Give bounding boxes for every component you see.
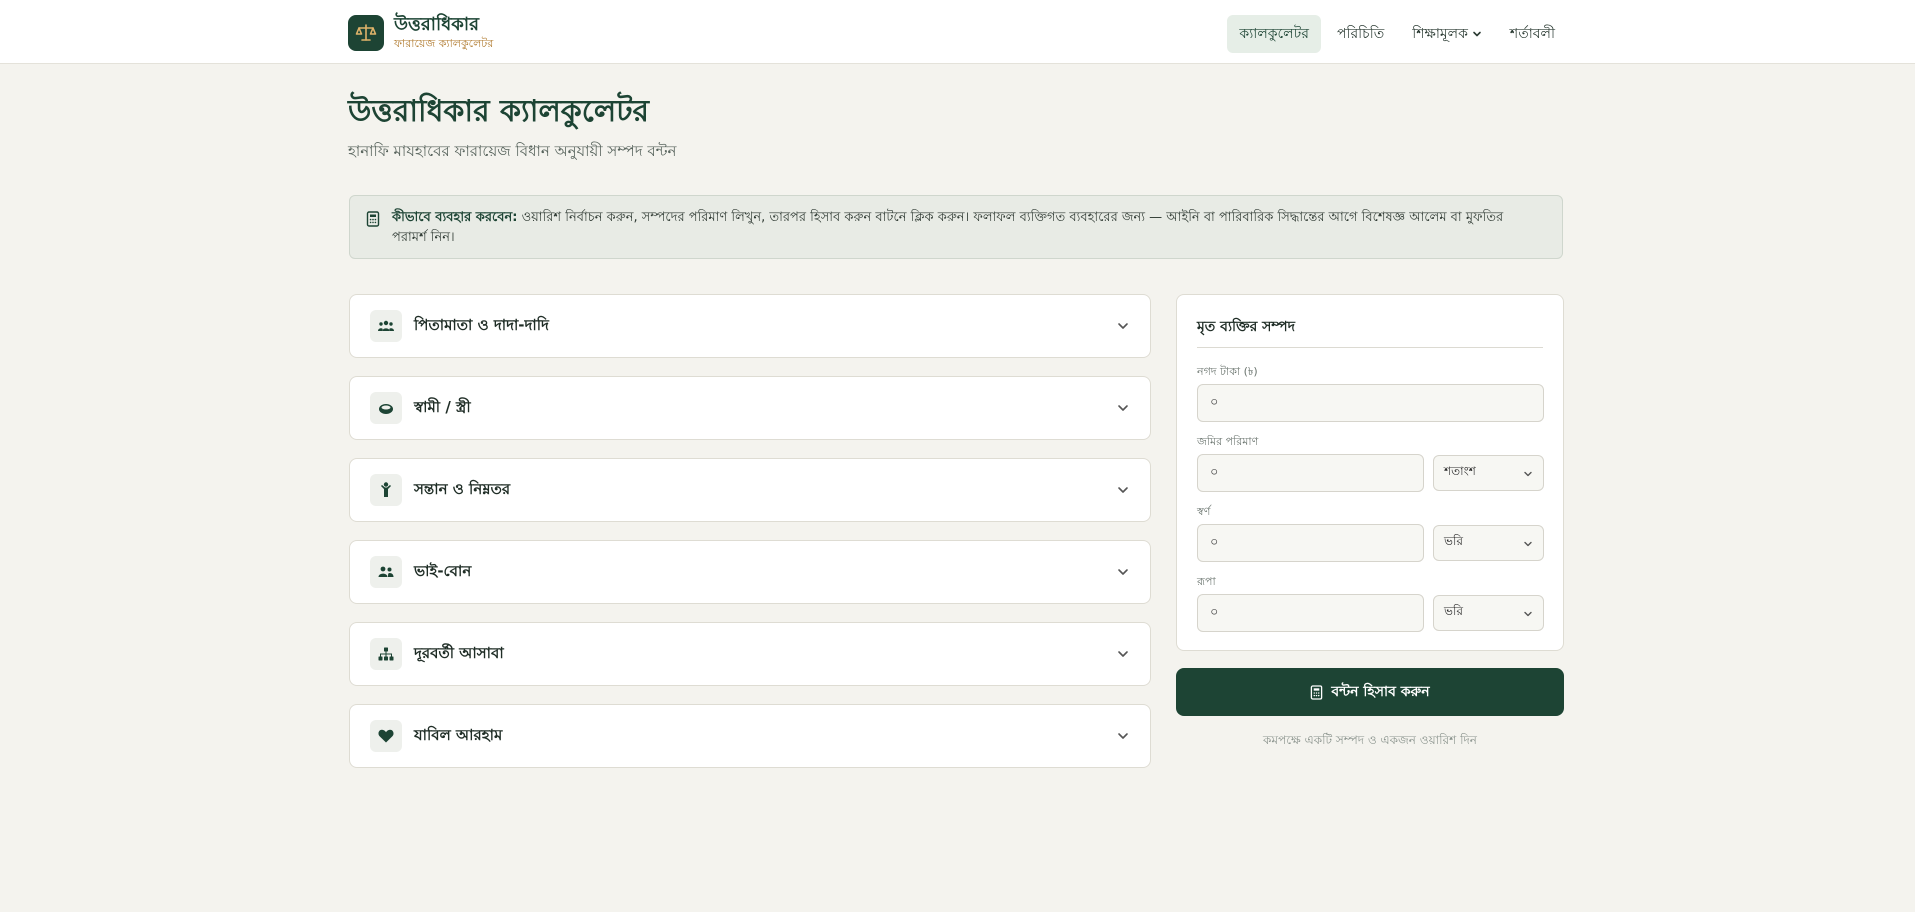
nav-calculator[interactable]: ক্যালকুলেটর: [1227, 15, 1321, 53]
nav-about[interactable]: পরিচিতি: [1325, 15, 1396, 53]
gold-unit-select[interactable]: ভরি: [1433, 525, 1544, 561]
chevron-down-icon: [1118, 405, 1128, 411]
land-unit-value: শতাংশ: [1444, 464, 1476, 478]
section-spouse[interactable]: স্বামী / স্ত্রী: [349, 376, 1151, 440]
notice-text: ওয়ারিশ নির্বাচন করুন, সম্পদের পরিমাণ লি…: [392, 210, 1504, 245]
usage-notice: কীভাবে ব্যবহার করবেন: ওয়ারিশ নির্বাচন ক…: [349, 195, 1563, 259]
section-children[interactable]: সন্তান ও নিম্নতর: [349, 458, 1151, 522]
land-label: জমির পরিমাণ: [1197, 435, 1259, 448]
divider: [1197, 347, 1543, 348]
section-label: সন্তান ও নিম্নতর: [414, 479, 511, 498]
section-parents[interactable]: পিতামাতা ও দাদা-দাদি: [349, 294, 1151, 358]
deceased-assets-panel: মৃত ব্যক্তির সম্পদ নগদ টাকা (৳) জমির পরি…: [1176, 294, 1564, 651]
page-subtitle: হানাফি মাযহাবের ফারায়েজ বিধান অনুযায়ী …: [348, 142, 677, 160]
calculator-icon: [366, 211, 380, 227]
chevron-down-icon: [1524, 471, 1532, 477]
silver-unit-value: ভরি: [1444, 604, 1463, 618]
family-icon: [370, 310, 402, 342]
chevron-down-icon: [1524, 541, 1532, 547]
heart-icon: [370, 720, 402, 752]
silver-unit-select[interactable]: ভরি: [1433, 595, 1544, 631]
main-nav: ক্যালকুলেটর পরিচিতি শিক্ষামূলক শর্তাবলী: [1223, 15, 1567, 53]
section-distant-asaba[interactable]: দূরবর্তী আসাবা: [349, 622, 1151, 686]
section-label: স্বামী / স্ত্রী: [414, 397, 471, 416]
cash-input[interactable]: [1197, 384, 1544, 422]
scale-icon: [348, 14, 384, 51]
section-label: দূরবর্তী আসাবা: [414, 643, 504, 662]
nav-terms-label: শর্তাবলী: [1509, 26, 1555, 42]
brand-subtitle: ফারায়েজ ক্যালকুলেটর: [394, 37, 494, 50]
siblings-icon: [370, 556, 402, 588]
chevron-down-icon: [1524, 611, 1532, 617]
gold-label: স্বর্ণ: [1197, 505, 1211, 518]
nav-about-label: পরিচিতি: [1336, 26, 1385, 42]
land-input[interactable]: [1197, 454, 1424, 492]
nav-educational-label: শিক্ষামূলক: [1412, 26, 1468, 42]
child-icon: [370, 474, 402, 506]
chevron-down-icon: [1118, 487, 1128, 493]
section-label: যাবিল আরহাম: [414, 725, 503, 744]
calculate-label: বন্টন হিসাব করুন: [1331, 684, 1430, 700]
section-label: পিতামাতা ও দাদা-দাদি: [414, 315, 549, 334]
brand-title: উত্তরাধিকার: [394, 14, 479, 35]
section-siblings[interactable]: ভাই-বোন: [349, 540, 1151, 604]
chevron-down-icon: [1118, 569, 1128, 575]
notice-heading: কীভাবে ব্যবহার করবেন:: [392, 210, 518, 225]
silver-input[interactable]: [1197, 594, 1424, 632]
nav-educational[interactable]: শিক্ষামূলক: [1400, 15, 1494, 53]
chevron-down-icon: [1118, 651, 1128, 657]
chevron-down-icon: [1118, 323, 1128, 329]
land-unit-select[interactable]: শতাংশ: [1433, 455, 1544, 491]
calculator-icon: [1310, 684, 1323, 700]
top-navbar: উত্তরাধিকার ফারায়েজ ক্যালকুলেটর ক্যালকু…: [0, 0, 1915, 64]
section-dhawil-arham[interactable]: যাবিল আরহাম: [349, 704, 1151, 768]
gold-unit-value: ভরি: [1444, 534, 1463, 548]
silver-label: রূপা: [1197, 575, 1216, 588]
gold-input[interactable]: [1197, 524, 1424, 562]
chevron-down-icon: [1473, 31, 1481, 37]
requirement-hint: কমপক্ষে একটি সম্পদ ও একজন ওয়ারিশ দিন: [1263, 733, 1477, 747]
cash-label: নগদ টাকা (৳): [1197, 365, 1258, 378]
page-title: উত্তরাধিকার ক্যালকুলেটর: [348, 94, 650, 129]
nav-calculator-label: ক্যালকুলেটর: [1239, 26, 1309, 42]
nav-terms[interactable]: শর্তাবলী: [1498, 15, 1567, 53]
ring-icon: [370, 392, 402, 424]
section-label: ভাই-বোন: [414, 561, 472, 580]
chevron-down-icon: [1118, 733, 1128, 739]
calculate-button[interactable]: বন্টন হিসাব করুন: [1176, 668, 1564, 716]
hierarchy-icon: [370, 638, 402, 670]
assets-title: মৃত ব্যক্তির সম্পদ: [1197, 319, 1296, 335]
brand[interactable]: উত্তরাধিকার ফারায়েজ ক্যালকুলেটর: [348, 14, 493, 51]
